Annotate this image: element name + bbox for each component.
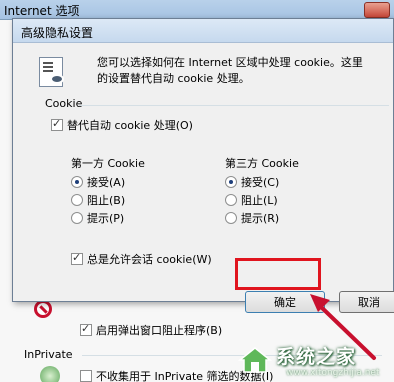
intro-line-1: 您可以选择如何在 Internet 区域中处理 cookie。这里	[97, 56, 363, 69]
dialog-title: 高级隐私设置	[21, 26, 94, 40]
third-party-prompt[interactable]: 提示(R)	[225, 211, 279, 225]
session-cookie-checkbox[interactable]	[71, 251, 83, 265]
third-party-label: 第三方 Cookie	[225, 157, 299, 170]
third-party-block-label: 阻止(L)	[241, 194, 278, 207]
popup-blocker-checkbox[interactable]	[80, 322, 92, 336]
first-party-prompt-radio[interactable]	[71, 212, 83, 224]
first-party-block[interactable]: 阻止(B)	[71, 193, 125, 207]
session-cookie-option[interactable]: 总是允许会话 cookie(W)	[71, 251, 212, 267]
first-party-block-label: 阻止(B)	[87, 194, 126, 207]
inprivate-icon	[40, 366, 60, 382]
popup-blocker-label: 启用弹出窗口阻止程序(B)	[96, 324, 223, 337]
cookie-group-separator	[79, 105, 389, 106]
close-icon[interactable]	[364, 2, 390, 18]
first-party-accept-radio[interactable]	[71, 176, 83, 188]
third-party-accept[interactable]: 接受(C)	[225, 175, 279, 189]
popup-blocker-icon	[34, 300, 52, 318]
intro-text: 您可以选择如何在 Internet 区域中处理 cookie。这里 的设置替代自…	[97, 55, 394, 87]
watermark-url: www.xitongzhijia.net	[286, 368, 380, 378]
third-party-accept-radio[interactable]	[225, 176, 237, 188]
privacy-document-icon	[39, 57, 64, 87]
session-cookie-label: 总是允许会话 cookie(W)	[87, 253, 212, 266]
parent-titlebar: Internet 选项	[0, 0, 394, 20]
first-party-prompt-label: 提示(P)	[87, 212, 125, 225]
dialog-content: 您可以选择如何在 Internet 区域中处理 cookie。这里 的设置替代自…	[19, 49, 394, 313]
watermark-logo-icon	[238, 347, 272, 373]
intro-line-2: 的设置替代自动 cookie 处理。	[97, 72, 250, 85]
first-party-label: 第一方 Cookie	[71, 157, 145, 170]
parent-window-title: Internet 选项	[4, 4, 80, 18]
inprivate-group-label: InPrivate	[24, 348, 73, 361]
third-party-prompt-radio[interactable]	[225, 212, 237, 224]
popup-blocker-option[interactable]: 启用弹出窗口阻止程序(B)	[80, 322, 222, 338]
dialog-titlebar: 高级隐私设置	[13, 19, 393, 43]
override-option[interactable]: 替代自动 cookie 处理(O)	[51, 117, 193, 133]
advanced-privacy-dialog: 高级隐私设置 您可以选择如何在 Internet 区域中处理 cookie。这里…	[12, 18, 394, 313]
first-party-accept[interactable]: 接受(A)	[71, 175, 125, 189]
third-party-block[interactable]: 阻止(L)	[225, 193, 278, 207]
watermark-text: 系统之家	[276, 346, 357, 368]
first-party-accept-label: 接受(A)	[87, 176, 126, 189]
watermark: 系统之家 www.xitongzhijia.net	[234, 340, 394, 382]
cookie-group-label: Cookie	[45, 97, 87, 110]
first-party-prompt[interactable]: 提示(P)	[71, 211, 124, 225]
third-party-accept-label: 接受(C)	[241, 176, 280, 189]
third-party-prompt-label: 提示(R)	[241, 212, 280, 225]
inprivate-checkbox[interactable]	[80, 370, 92, 382]
override-checkbox[interactable]	[51, 117, 63, 131]
first-party-block-radio[interactable]	[71, 194, 83, 206]
third-party-block-radio[interactable]	[225, 194, 237, 206]
override-label: 替代自动 cookie 处理(O)	[67, 119, 193, 132]
